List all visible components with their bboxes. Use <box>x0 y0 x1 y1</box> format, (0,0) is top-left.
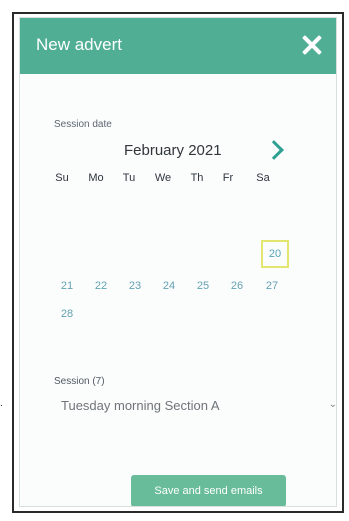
scan-mark: . <box>0 398 3 409</box>
weekday-thursday: Th <box>190 172 204 184</box>
session-date-label: Session date <box>54 119 112 130</box>
calendar-month-title: February 2021 <box>124 142 222 159</box>
calendar-day-26[interactable]: 26 <box>223 272 251 300</box>
calendar-day-24[interactable]: 24 <box>155 272 183 300</box>
weekday-sunday: Su <box>55 172 69 184</box>
close-icon[interactable] <box>294 28 328 62</box>
calendar-day-28[interactable]: 28 <box>53 300 81 328</box>
weekday-tuesday: Tu <box>122 172 136 184</box>
session-label: Session (7) <box>54 376 105 387</box>
dialog-header: New advert <box>20 18 336 74</box>
chevron-right-icon[interactable] <box>263 137 288 165</box>
calendar-day-20[interactable]: 20 <box>261 240 289 268</box>
new-advert-dialog: New advert Session date February 2021 Su… <box>19 17 337 507</box>
calendar-day-27[interactable]: 27 <box>258 272 286 300</box>
calendar-day-23[interactable]: 23 <box>121 272 149 300</box>
session-selected-value: Tuesday morning Section A <box>61 398 220 413</box>
save-and-send-emails-button[interactable]: Save and send emails <box>131 475 286 506</box>
dialog-title: New advert <box>36 35 122 54</box>
calendar-day-21[interactable]: 21 <box>53 272 81 300</box>
weekday-friday: Fr <box>222 172 234 184</box>
weekday-wednesday: We <box>154 172 172 184</box>
weekday-saturday: Sa <box>256 172 270 184</box>
weekday-monday: Mo <box>88 172 104 184</box>
session-select[interactable]: Tuesday morning Section A ⌄ <box>54 393 337 417</box>
calendar-day-25[interactable]: 25 <box>189 272 217 300</box>
chevron-down-icon: ⌄ <box>328 399 337 410</box>
calendar-day-22[interactable]: 22 <box>87 272 115 300</box>
